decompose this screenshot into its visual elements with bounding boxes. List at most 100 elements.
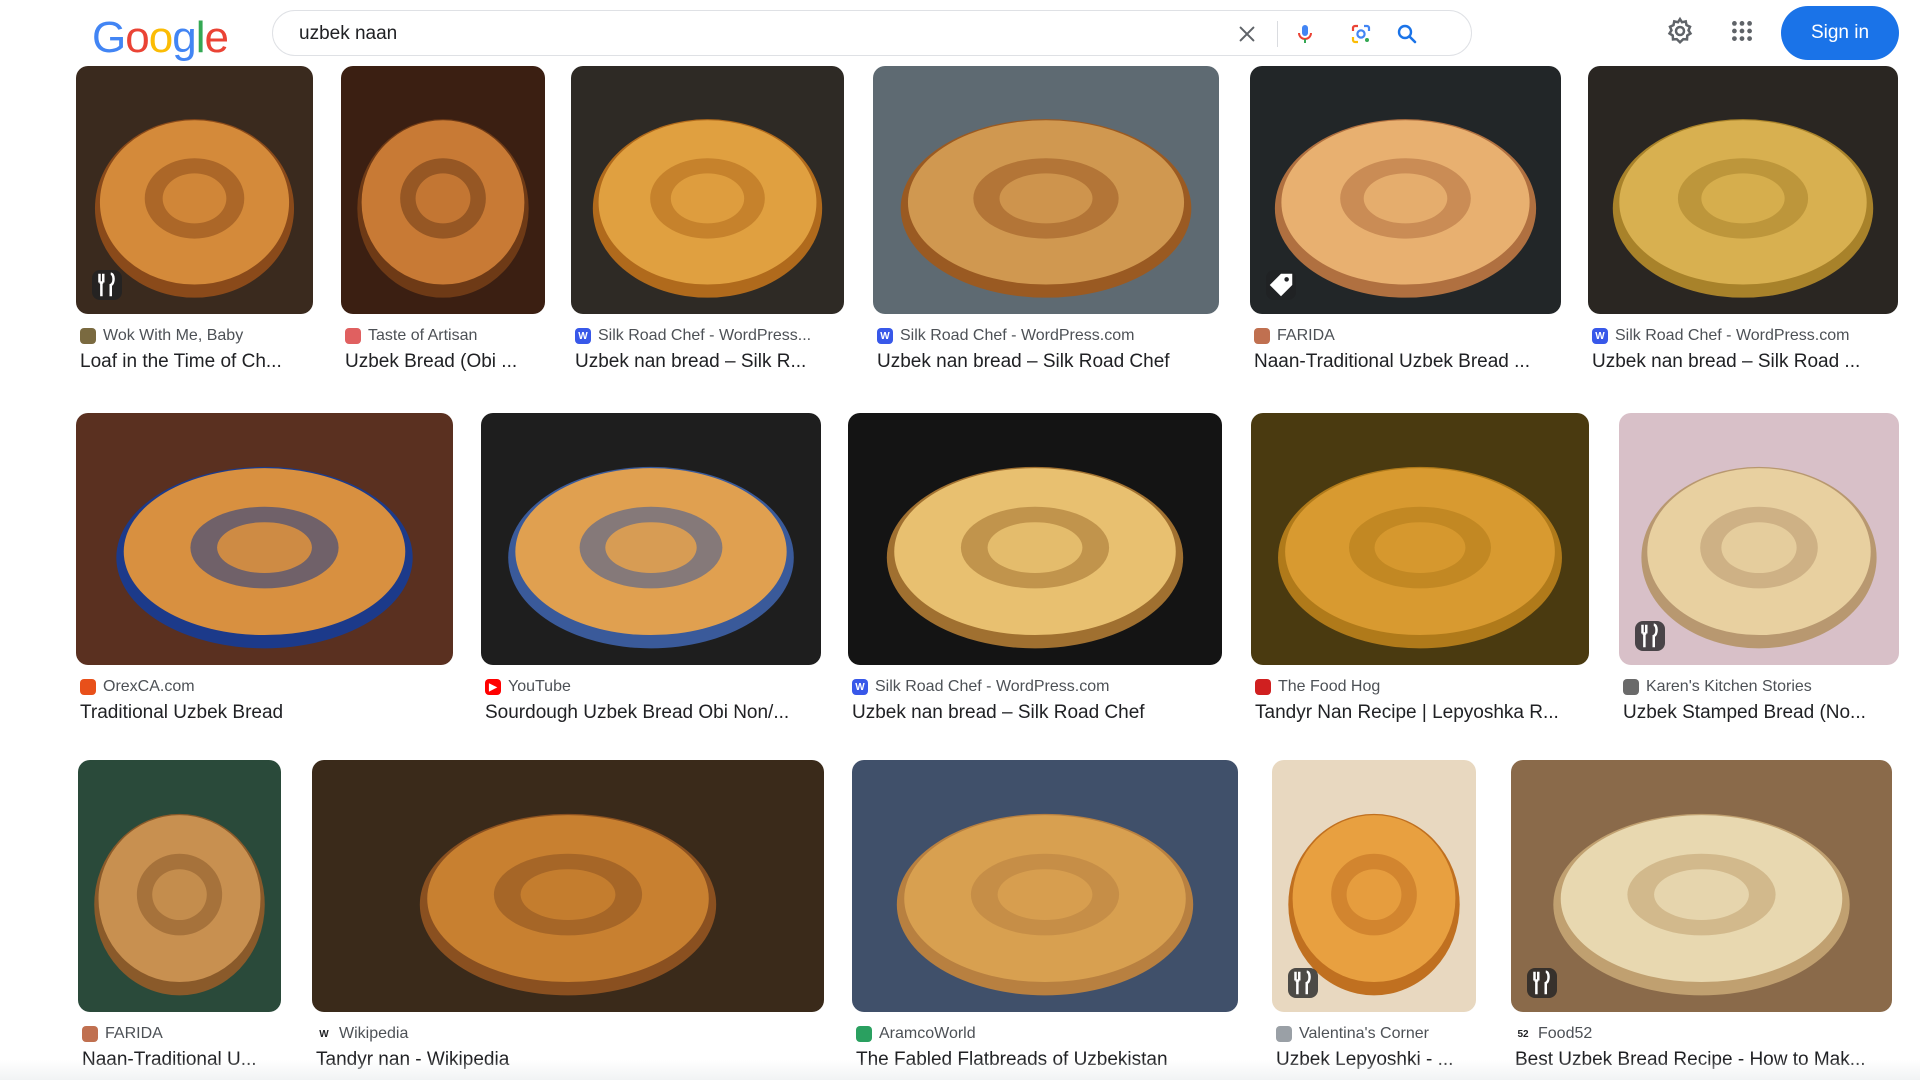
result-source-label: Karen's Kitchen Stories — [1646, 678, 1812, 695]
result-source[interactable]: ▶ YouTube — [485, 677, 819, 697]
result-meta: Taste of Artisan Uzbek Bread (Obi ... — [345, 326, 543, 373]
result-meta: W Silk Road Chef - WordPress.com Uzbek nan… — [877, 326, 1217, 373]
search-input[interactable] — [299, 19, 1199, 49]
image-result-card[interactable]: 52Food52Best Uzbek Bread Recipe - How to… — [1511, 760, 1892, 1080]
image-thumbnail[interactable] — [312, 760, 824, 1012]
result-source-label: Wok With Me, Baby — [103, 327, 244, 344]
settings-gear-icon[interactable] — [1663, 14, 1697, 48]
image-result-card[interactable]: W Silk Road Chef - WordPress... Uzbek nan … — [571, 66, 844, 406]
image-result-card[interactable]: Valentina's CornerUzbek Lepyoshki - ... — [1272, 760, 1476, 1080]
image-result-card[interactable]: W Silk Road Chef - WordPress.com Uzbek nan… — [873, 66, 1219, 406]
result-meta: The Food Hog Tandyr Nan Recipe | Lepyoshk… — [1255, 677, 1587, 724]
sign-in-button[interactable]: Sign in — [1781, 6, 1899, 60]
result-title[interactable]: Uzbek nan bread – Silk Road Chef — [877, 351, 1217, 373]
result-source[interactable]: Valentina's Corner — [1276, 1024, 1474, 1044]
result-meta: W Silk Road Chef - WordPress.com Uzbek nan… — [852, 677, 1220, 724]
result-source[interactable]: W Silk Road Chef - WordPress.com — [1592, 326, 1896, 346]
image-thumbnail[interactable] — [852, 760, 1238, 1012]
image-result-card[interactable]: FARIDA Naan-Traditional Uzbek Bread ... — [1250, 66, 1561, 406]
image-thumbnail[interactable] — [76, 66, 313, 314]
result-source[interactable]: Taste of Artisan — [345, 326, 543, 346]
result-title[interactable]: Naan-Traditional Uzbek Bread ... — [1254, 351, 1559, 373]
aramco-favicon — [856, 1026, 872, 1042]
result-title[interactable]: Traditional Uzbek Bread — [80, 702, 451, 724]
result-source-label: Taste of Artisan — [368, 327, 478, 344]
result-source[interactable]: FARIDA — [1254, 326, 1559, 346]
result-source-label: FARIDA — [105, 1025, 163, 1042]
wordpress-favicon: W — [852, 679, 868, 695]
result-source[interactable]: W Wikipedia — [316, 1024, 822, 1044]
image-result-card[interactable]: FARIDANaan-Traditional U... — [78, 760, 281, 1080]
image-result-card[interactable]: AramcoWorldThe Fabled Flatbreads of Uzbe… — [852, 760, 1238, 1080]
result-source[interactable]: FARIDA — [82, 1024, 279, 1044]
image-thumbnail[interactable] — [481, 413, 821, 665]
farida-favicon — [1254, 328, 1270, 344]
image-thumbnail[interactable] — [1250, 66, 1561, 314]
image-result-card[interactable]: Taste of Artisan Uzbek Bread (Obi ... — [341, 66, 545, 406]
result-source[interactable]: 52 Food52 — [1515, 1024, 1890, 1044]
image-result-card[interactable]: W Silk Road Chef - WordPress.com Uzbek nan… — [848, 413, 1222, 757]
result-title[interactable]: Uzbek nan bread – Silk Road ... — [1592, 351, 1896, 373]
result-source-label: OrexCA.com — [103, 678, 195, 695]
result-title[interactable]: Loaf in the Time of Ch... — [80, 351, 311, 373]
thumbnail-image — [78, 760, 281, 1012]
image-thumbnail[interactable] — [848, 413, 1222, 665]
thumbnail-image — [1250, 66, 1561, 314]
result-source[interactable]: W Silk Road Chef - WordPress.com — [852, 677, 1220, 697]
logo-letter: o — [148, 13, 174, 62]
image-thumbnail[interactable] — [341, 66, 545, 314]
result-title[interactable]: Uzbek Stamped Bread (No... — [1623, 702, 1897, 724]
search-icon[interactable] — [1393, 20, 1421, 48]
farida-favicon — [82, 1026, 98, 1042]
result-title[interactable]: Uzbek Bread (Obi ... — [345, 351, 543, 373]
image-thumbnail[interactable] — [76, 413, 453, 665]
image-thumbnail[interactable] — [873, 66, 1219, 314]
lens-camera-icon[interactable] — [1347, 20, 1375, 48]
clear-icon[interactable] — [1233, 20, 1261, 48]
result-source[interactable]: AramcoWorld — [856, 1024, 1236, 1044]
result-source[interactable]: W Silk Road Chef - WordPress.com — [877, 326, 1217, 346]
valentina-favicon — [1276, 1026, 1292, 1042]
microphone-icon[interactable] — [1291, 20, 1319, 48]
wordpress-favicon: W — [575, 328, 591, 344]
result-title[interactable]: Uzbek nan bread – Silk Road Chef — [852, 702, 1220, 724]
result-title[interactable]: Sourdough Uzbek Bread Obi Non/... — [485, 702, 819, 724]
orexca-favicon — [80, 679, 96, 695]
result-title[interactable]: Uzbek nan bread – Silk R... — [575, 351, 842, 373]
image-result-card[interactable]: OrexCA.com Traditional Uzbek Bread — [76, 413, 453, 757]
image-result-card[interactable]: Karen's Kitchen Stories Uzbek Stamped Bre… — [1619, 413, 1899, 757]
image-result-card[interactable]: WWikipediaTandyr nan - Wikipedia — [312, 760, 824, 1080]
result-title[interactable]: Tandyr Nan Recipe | Lepyoshka R... — [1255, 702, 1587, 724]
image-thumbnail[interactable] — [571, 66, 844, 314]
result-source-label: Silk Road Chef - WordPress.com — [1615, 327, 1850, 344]
google-logo[interactable]: Google — [92, 12, 229, 64]
thumbnail-image — [481, 413, 821, 665]
image-thumbnail[interactable] — [1511, 760, 1892, 1012]
image-thumbnail[interactable] — [1588, 66, 1898, 314]
thumbnail-image — [341, 66, 545, 314]
image-result-card[interactable]: The Food Hog Tandyr Nan Recipe | Lepyoshk… — [1251, 413, 1589, 757]
result-source-label: The Food Hog — [1278, 678, 1381, 695]
result-source-label: Silk Road Chef - WordPress.com — [900, 327, 1135, 344]
image-result-card[interactable]: W Silk Road Chef - WordPress.com Uzbek nan… — [1588, 66, 1898, 406]
result-source[interactable]: Karen's Kitchen Stories — [1623, 677, 1897, 697]
image-thumbnail[interactable] — [1619, 413, 1899, 665]
result-source[interactable]: W Silk Road Chef - WordPress... — [575, 326, 842, 346]
recipe-icon — [1288, 968, 1318, 998]
image-result-card[interactable]: Wok With Me, Baby Loaf in the Time of Ch.… — [76, 66, 313, 406]
result-source[interactable]: The Food Hog — [1255, 677, 1587, 697]
result-source[interactable]: Wok With Me, Baby — [80, 326, 311, 346]
result-source[interactable]: OrexCA.com — [80, 677, 451, 697]
image-thumbnail[interactable] — [78, 760, 281, 1012]
result-meta: W Silk Road Chef - WordPress... Uzbek nan … — [575, 326, 842, 373]
result-source-label: Food52 — [1538, 1025, 1593, 1042]
artisan-favicon — [345, 328, 361, 344]
food52-favicon: 52 — [1515, 1026, 1531, 1042]
image-result-card[interactable]: ▶ YouTube Sourdough Uzbek Bread Obi Non/..… — [481, 413, 821, 757]
top-bar: Google Sign in — [0, 0, 1920, 66]
image-thumbnail[interactable] — [1272, 760, 1476, 1012]
apps-grid-icon[interactable] — [1725, 14, 1759, 48]
logo-letter: l — [195, 13, 206, 62]
image-thumbnail[interactable] — [1251, 413, 1589, 665]
thumbnail-image — [873, 66, 1219, 314]
